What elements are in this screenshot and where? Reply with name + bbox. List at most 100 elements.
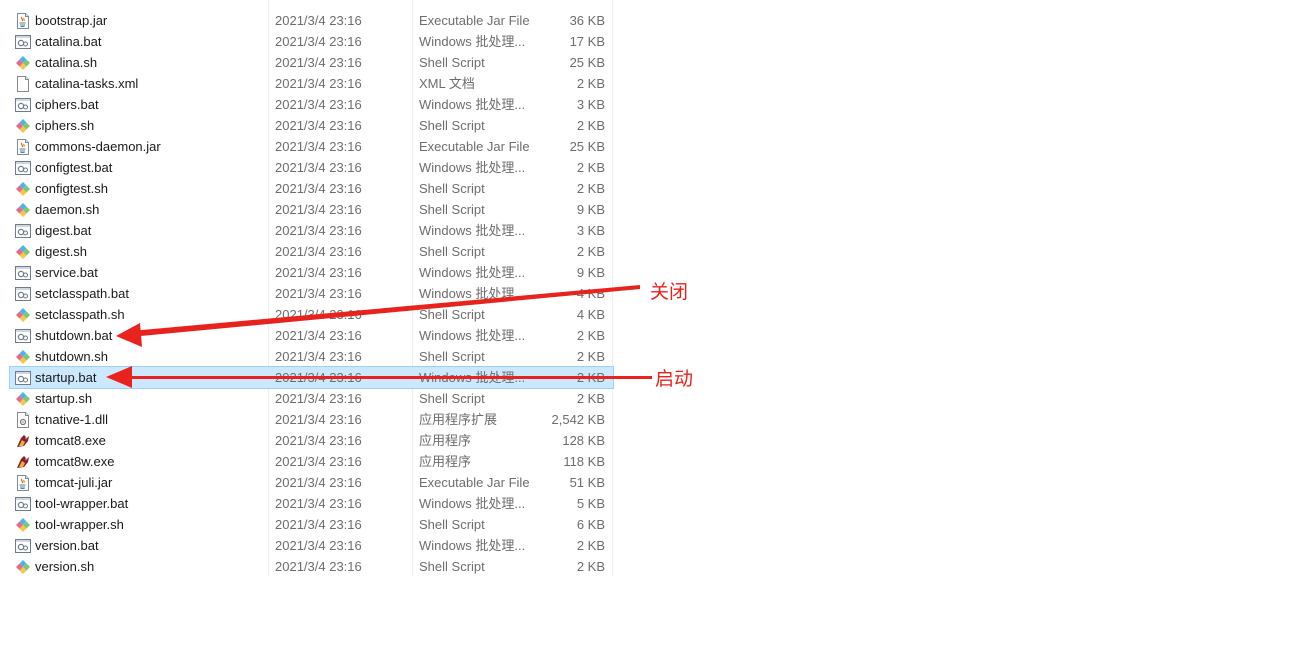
sh-icon	[15, 559, 31, 575]
file-type: Executable Jar File	[419, 13, 530, 28]
file-type: XML 文档	[419, 76, 475, 91]
file-size: 2 KB	[576, 244, 605, 259]
file-modified-date: 2021/3/4 23:16	[275, 454, 362, 469]
file-row-tool-wrapper-bat[interactable]: tool-wrapper.bat 2021/3/4 23:16 Windows 批处…	[10, 493, 613, 514]
file-row-service-bat[interactable]: service.bat 2021/3/4 23:16 Windows 批处理... 9…	[10, 262, 613, 283]
bat-icon	[15, 328, 31, 344]
file-modified-date: 2021/3/4 23:16	[275, 223, 362, 238]
bat-icon	[15, 538, 31, 554]
bat-icon	[15, 286, 31, 302]
file-name: version.bat	[35, 538, 99, 553]
file-row-ciphers-sh[interactable]: ciphers.sh 2021/3/4 23:16 Shell Script 2 KB	[10, 115, 613, 136]
file-modified-date: 2021/3/4 23:16	[275, 349, 362, 364]
file-size: 2 KB	[576, 160, 605, 175]
file-row-setclasspath-sh[interactable]: setclasspath.sh 2021/3/4 23:16 Shell Scrip…	[10, 304, 613, 325]
file-list: bootstrap.jar 2021/3/4 23:16 Executable Ja…	[9, 10, 614, 577]
file-modified-date: 2021/3/4 23:16	[275, 76, 362, 91]
file-type: Windows 批处理...	[419, 286, 526, 301]
file-modified-date: 2021/3/4 23:16	[275, 496, 362, 511]
file-size: 2 KB	[576, 538, 605, 553]
file-name: setclasspath.sh	[35, 307, 125, 322]
file-row-tomcat-juli-jar[interactable]: tomcat-juli.jar 2021/3/4 23:16 Executable …	[10, 472, 613, 493]
file-row-tomcat8-exe[interactable]: tomcat8.exe 2021/3/4 23:16 应用程序 128 KB	[10, 430, 613, 451]
file-size: 3 KB	[576, 223, 605, 238]
tomcat-exe-icon	[15, 454, 31, 470]
file-modified-date: 2021/3/4 23:16	[275, 265, 362, 280]
file-row-ciphers-bat[interactable]: ciphers.bat 2021/3/4 23:16 Windows 批处理... 3…	[10, 94, 613, 115]
file-row-daemon-sh[interactable]: daemon.sh 2021/3/4 23:16 Shell Script 9 KB	[10, 199, 613, 220]
file-size: 2 KB	[576, 328, 605, 343]
file-size: 36 KB	[569, 13, 605, 28]
file-size: 2 KB	[576, 118, 605, 133]
sh-icon	[15, 118, 31, 134]
file-row-shutdown-bat[interactable]: shutdown.bat 2021/3/4 23:16 Windows 批处理...…	[10, 325, 613, 346]
file-type: 应用程序扩展	[419, 412, 498, 427]
file-row-digest-sh[interactable]: digest.sh 2021/3/4 23:16 Shell Script 2 KB	[10, 241, 613, 262]
file-type: Shell Script	[419, 202, 485, 217]
file-row-version-sh[interactable]: version.sh 2021/3/4 23:16 Shell Script 2 KB	[10, 556, 613, 577]
file-name: startup.sh	[35, 391, 93, 406]
file-name: shutdown.bat	[35, 328, 113, 343]
file-type: Shell Script	[419, 118, 485, 133]
file-modified-date: 2021/3/4 23:16	[275, 433, 362, 448]
file-row-tomcat8w-exe[interactable]: tomcat8w.exe 2021/3/4 23:16 应用程序 118 KB	[10, 451, 613, 472]
file-modified-date: 2021/3/4 23:16	[275, 139, 362, 154]
file-name: service.bat	[35, 265, 98, 280]
bat-icon	[15, 97, 31, 113]
file-size: 9 KB	[576, 202, 605, 217]
file-name: startup.bat	[35, 370, 97, 385]
file-type: Windows 批处理...	[419, 538, 526, 553]
file-modified-date: 2021/3/4 23:16	[275, 559, 362, 574]
file-row-tcnative-1-dll[interactable]: tcnative-1.dll 2021/3/4 23:16 应用程序扩展 2,542 …	[10, 409, 613, 430]
file-row-version-bat[interactable]: version.bat 2021/3/4 23:16 Windows 批处理... 2…	[10, 535, 613, 556]
file-row-catalina-sh[interactable]: catalina.sh 2021/3/4 23:16 Shell Script 25 …	[10, 52, 613, 73]
file-name: tomcat8w.exe	[35, 454, 115, 469]
sh-icon	[15, 307, 31, 323]
file-name: tool-wrapper.sh	[35, 517, 124, 532]
file-type: Windows 批处理...	[419, 370, 526, 385]
file-row-catalina-tasks-xml[interactable]: catalina-tasks.xml 2021/3/4 23:16 XML 文档 2 …	[10, 73, 613, 94]
file-name: tcnative-1.dll	[35, 412, 108, 427]
file-row-tool-wrapper-sh[interactable]: tool-wrapper.sh 2021/3/4 23:16 Shell Scrip…	[10, 514, 613, 535]
file-row-startup-bat[interactable]: startup.bat 2021/3/4 23:16 Windows 批处理... 2…	[9, 366, 614, 389]
file-type: Windows 批处理...	[419, 34, 526, 49]
file-type: Shell Script	[419, 349, 485, 364]
file-name: digest.sh	[35, 244, 88, 259]
file-modified-date: 2021/3/4 23:16	[275, 118, 362, 133]
file-size: 128 KB	[562, 433, 605, 448]
file-row-bootstrap-jar[interactable]: bootstrap.jar 2021/3/4 23:16 Executable Ja…	[10, 10, 613, 31]
file-type: Shell Script	[419, 244, 485, 259]
file-modified-date: 2021/3/4 23:16	[275, 412, 362, 427]
file-name: catalina-tasks.xml	[35, 76, 139, 91]
file-row-setclasspath-bat[interactable]: setclasspath.bat 2021/3/4 23:16 Windows 批处…	[10, 283, 613, 304]
file-row-configtest-bat[interactable]: configtest.bat 2021/3/4 23:16 Windows 批处理.…	[10, 157, 613, 178]
file-name: tomcat8.exe	[35, 433, 106, 448]
file-row-configtest-sh[interactable]: configtest.sh 2021/3/4 23:16 Shell Script 2…	[10, 178, 613, 199]
file-size: 2,542 KB	[551, 412, 606, 427]
file-modified-date: 2021/3/4 23:16	[275, 244, 362, 259]
file-size: 17 KB	[569, 34, 605, 49]
file-row-digest-bat[interactable]: digest.bat 2021/3/4 23:16 Windows 批处理... 3 …	[10, 220, 613, 241]
file-size: 118 KB	[563, 454, 605, 469]
file-size: 2 KB	[576, 349, 605, 364]
sh-icon	[15, 181, 31, 197]
bat-icon	[15, 496, 31, 512]
file-type: Shell Script	[419, 517, 485, 532]
file-row-shutdown-sh[interactable]: shutdown.sh 2021/3/4 23:16 Shell Script 2 K…	[10, 346, 613, 367]
tomcat-exe-icon	[15, 433, 31, 449]
file-row-startup-sh[interactable]: startup.sh 2021/3/4 23:16 Shell Script 2 KB	[10, 388, 613, 409]
file-modified-date: 2021/3/4 23:16	[275, 328, 362, 343]
file-type: Windows 批处理...	[419, 160, 526, 175]
sh-icon	[15, 55, 31, 71]
sh-icon	[15, 349, 31, 365]
file-modified-date: 2021/3/4 23:16	[275, 13, 362, 28]
file-size: 6 KB	[576, 517, 605, 532]
file-modified-date: 2021/3/4 23:16	[275, 202, 362, 217]
file-modified-date: 2021/3/4 23:16	[275, 538, 362, 553]
file-modified-date: 2021/3/4 23:16	[275, 391, 362, 406]
file-name: catalina.bat	[35, 34, 102, 49]
file-type: Executable Jar File	[419, 139, 530, 154]
file-row-commons-daemon-jar[interactable]: commons-daemon.jar 2021/3/4 23:16 Executab…	[10, 136, 613, 157]
file-row-catalina-bat[interactable]: catalina.bat 2021/3/4 23:16 Windows 批处理...…	[10, 31, 613, 52]
sh-icon	[15, 517, 31, 533]
